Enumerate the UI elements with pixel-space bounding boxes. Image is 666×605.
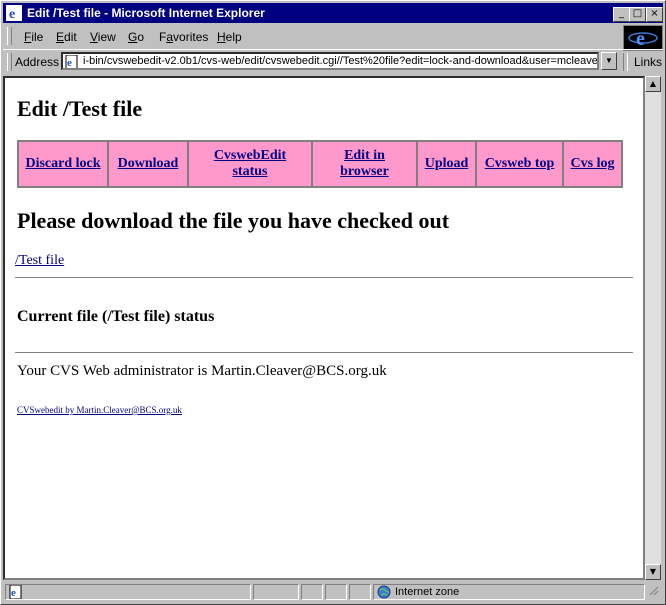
toolbar-grip (7, 27, 12, 45)
upload-link[interactable]: Upload (425, 156, 469, 171)
footer-link[interactable]: CVSwebedit by Martin.Cleaver@BCS.org.uk (17, 405, 182, 415)
nav-cell: Discard lock (18, 141, 108, 187)
download-link[interactable]: Download (118, 156, 179, 171)
divider (15, 352, 633, 354)
size-grip-icon[interactable] (647, 584, 661, 600)
cvs-log-link[interactable]: Cvs log (571, 156, 615, 171)
file-link[interactable]: /Test file (15, 253, 64, 269)
menu-bar: File Edit View Go Favorites Help (3, 25, 621, 47)
menu-edit[interactable]: Edit (56, 30, 77, 44)
discard-lock-link[interactable]: Discard lock (25, 156, 100, 171)
links-button[interactable]: Links (634, 55, 662, 69)
status-heading: Current file (/Test file) status (17, 308, 215, 325)
address-url: i-bin/cvswebedit-v2.0b1/cvs-web/edit/cvs… (83, 55, 599, 67)
status-cell (253, 584, 299, 600)
page-viewport: Edit /Test file Discard lock Download Cv… (3, 76, 645, 580)
separator (623, 53, 628, 71)
status-cell (301, 584, 323, 600)
vertical-scrollbar[interactable]: ▲ ▼ (645, 76, 661, 580)
globe-icon (377, 585, 391, 599)
nav-cell: Cvs log (563, 141, 622, 187)
svg-text:e: e (67, 57, 72, 69)
browser-window: e Edit /Test file - Microsoft Internet E… (0, 0, 666, 605)
address-bar: Address e i-bin/cvswebedit-v2.0b1/cvs-we… (3, 49, 663, 74)
page-icon: e (65, 55, 78, 69)
zone-label: Internet zone (395, 586, 460, 598)
menu-favorites[interactable]: Favorites (159, 30, 208, 44)
window-title: Edit /Test file - Microsoft Internet Exp… (27, 6, 265, 20)
address-input[interactable]: e i-bin/cvswebedit-v2.0b1/cvs-web/edit/c… (61, 52, 599, 70)
cvswebedit-status-link[interactable]: CvswebEdit status (214, 148, 286, 179)
scroll-up-icon[interactable]: ▲ (645, 76, 661, 92)
status-text-cell: e (5, 584, 251, 600)
address-dropdown-icon[interactable]: ▼ (601, 52, 617, 70)
cvsweb-top-link[interactable]: Cvsweb top (485, 156, 555, 171)
menu-go[interactable]: Go (128, 30, 144, 44)
menu-file[interactable]: File (24, 30, 43, 44)
divider (15, 277, 633, 279)
scroll-down-icon[interactable]: ▼ (645, 564, 661, 580)
toolbar-grip (7, 53, 12, 71)
ie-logo-icon: e (628, 28, 658, 50)
nav-cell: Download (108, 141, 188, 187)
ie-logo-throbber: e (623, 25, 663, 51)
nav-cell: Cvsweb top (476, 141, 563, 187)
svg-text:e: e (636, 28, 645, 50)
svg-text:e: e (11, 587, 16, 599)
nav-cell: Edit in browser (312, 141, 417, 187)
page-title: Edit /Test file (17, 96, 143, 121)
address-label: Address (15, 55, 60, 69)
ie-icon: e (6, 5, 22, 21)
page-icon: e (9, 585, 22, 599)
menu-view[interactable]: View (90, 30, 116, 44)
status-bar: e Internet zone (3, 583, 663, 602)
menu-help[interactable]: Help (217, 30, 242, 44)
nav-table: Discard lock Download CvswebEdit status … (17, 140, 623, 188)
download-heading: Please download the file you have checke… (17, 208, 450, 233)
admin-text: Your CVS Web administrator is Martin.Cle… (17, 363, 387, 379)
minimize-button[interactable]: _ (613, 7, 630, 22)
edit-in-browser-link[interactable]: Edit in browser (340, 148, 389, 179)
status-cell (349, 584, 371, 600)
nav-cell: Upload (417, 141, 476, 187)
nav-cell: CvswebEdit status (188, 141, 312, 187)
title-bar: e Edit /Test file - Microsoft Internet E… (3, 3, 663, 23)
maximize-button[interactable]: □ (629, 7, 646, 22)
svg-text:e: e (9, 7, 15, 21)
close-button[interactable]: × (646, 7, 663, 22)
status-cell (325, 584, 347, 600)
